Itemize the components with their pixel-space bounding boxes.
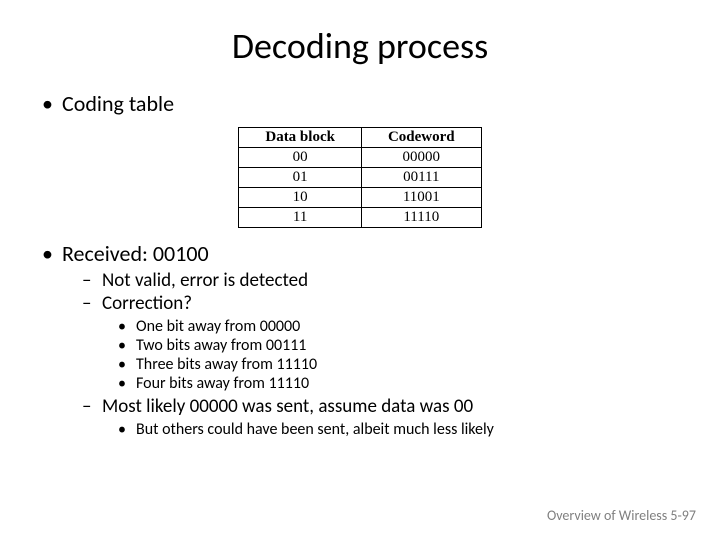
bullet-text: Three bits away from 11110	[136, 355, 317, 374]
dist-4: Four bits away from 11110	[118, 374, 690, 393]
dist-2: Two bits away from 00111	[118, 336, 690, 355]
bullet-list-lvl1: Received: 00100 Not valid, error is dete…	[30, 240, 690, 439]
dist-1: One bit away from 00000	[118, 317, 690, 336]
bullet-received: Received: 00100 Not valid, error is dete…	[46, 240, 690, 439]
bullet-text: Most likely 00000 was sent, assume data …	[102, 395, 473, 418]
sub-most-likely: Most likely 00000 was sent, assume data …	[82, 395, 690, 439]
table-header-row: Data block Codeword	[239, 128, 481, 148]
cell: 01	[239, 168, 362, 188]
bullet-text: Received: 00100	[62, 240, 209, 267]
sub-not-valid: Not valid, error is detected	[82, 269, 690, 292]
bullet-coding-table: Coding table	[46, 90, 690, 117]
table-row: 11 11110	[239, 208, 481, 228]
coding-table-wrap: Data block Codeword 00 00000 01 00111 10…	[30, 127, 690, 228]
table-row: 01 00111	[239, 168, 481, 188]
cell: 10	[239, 188, 362, 208]
bullet-list-lvl3: But others could have been sent, albeit …	[82, 420, 690, 439]
cell: 11001	[361, 188, 481, 208]
bullet-text: Correction?	[102, 292, 192, 315]
cell: 00000	[361, 148, 481, 168]
bullet-list-lvl3: One bit away from 00000 Two bits away fr…	[82, 317, 690, 393]
table-row: 10 11001	[239, 188, 481, 208]
slide-title: Decoding process	[30, 24, 690, 68]
sub-correction: Correction? One bit away from 00000 Two …	[82, 292, 690, 393]
bullet-text: But others could have been sent, albeit …	[136, 420, 494, 439]
header-data-block: Data block	[239, 128, 362, 148]
table-row: 00 00000	[239, 148, 481, 168]
cell: 11110	[361, 208, 481, 228]
dist-3: Three bits away from 11110	[118, 355, 690, 374]
cell: 11	[239, 208, 362, 228]
header-codeword: Codeword	[361, 128, 481, 148]
bullet-text: Two bits away from 00111	[136, 336, 306, 355]
bullet-list-lvl1: Coding table	[30, 90, 690, 117]
bullet-text: One bit away from 00000	[136, 317, 300, 336]
cell: 00111	[361, 168, 481, 188]
note-others: But others could have been sent, albeit …	[118, 420, 690, 439]
cell: 00	[239, 148, 362, 168]
bullet-list-lvl2: Not valid, error is detected Correction?…	[46, 269, 690, 439]
bullet-text: Four bits away from 11110	[136, 374, 309, 393]
bullet-text: Not valid, error is detected	[102, 269, 308, 292]
bullet-text: Coding table	[62, 90, 174, 117]
coding-table: Data block Codeword 00 00000 01 00111 10…	[238, 127, 481, 228]
slide-footer: Overview of Wireless 5-97	[547, 507, 696, 524]
